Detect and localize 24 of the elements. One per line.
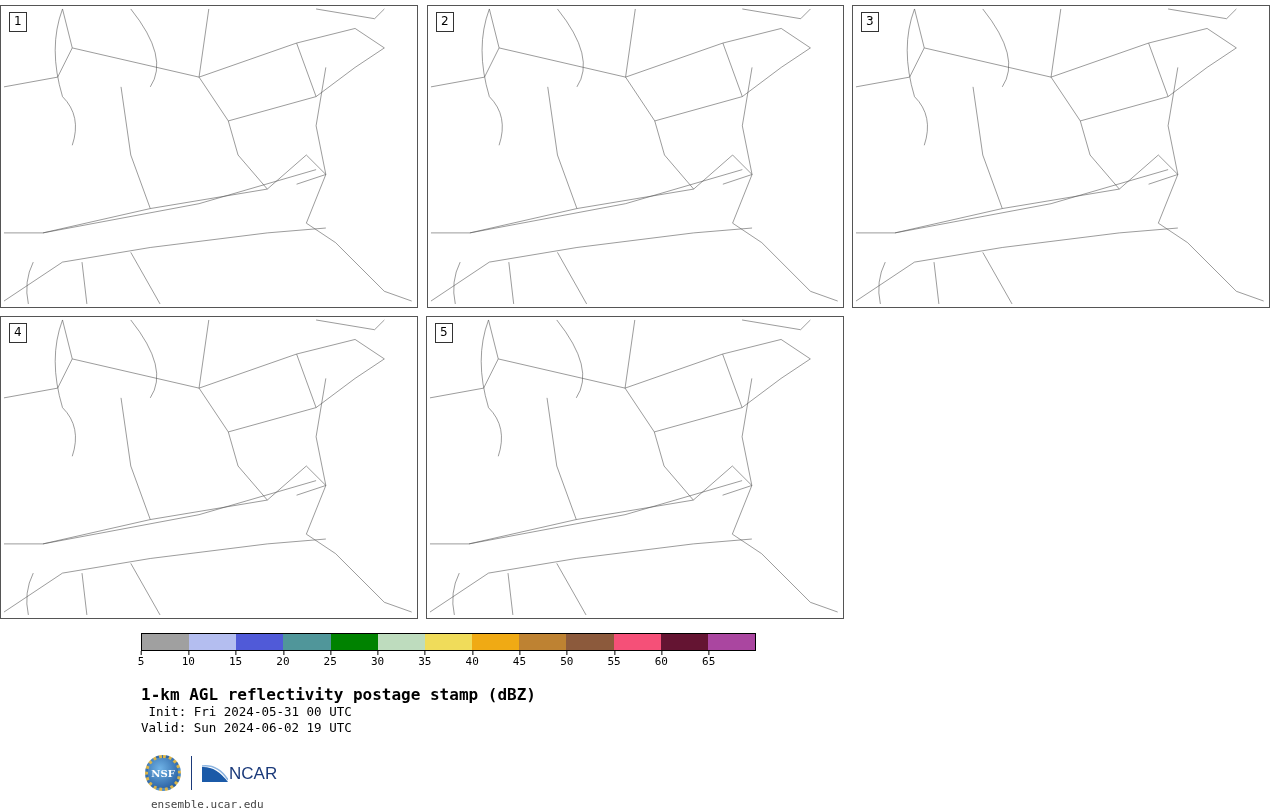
panel-number: 3: [861, 12, 879, 32]
tick-label: 45: [512, 651, 527, 667]
tick-label: 20: [276, 651, 290, 667]
tick-label: 10: [181, 651, 195, 667]
panel-number: 2: [436, 12, 454, 32]
site-url: ensemble.ucar.edu: [151, 797, 265, 809]
tick-label: 15: [229, 651, 243, 667]
tick-label: 60: [654, 651, 668, 667]
tick-label: 50: [560, 651, 574, 667]
init-time: Init: Fri 2024-05-31 00 UTC: [147, 704, 353, 720]
tick-label: 40: [465, 651, 479, 667]
panel-number: 1: [9, 12, 27, 32]
tick-label: 55: [607, 651, 621, 667]
chart-title: 1-km AGL reflectivity postage stamp (dBZ): [141, 685, 537, 705]
tick-label: 65: [702, 651, 716, 667]
ncar-logo: NCAR: [202, 764, 278, 783]
tick-label: 25: [323, 651, 337, 667]
panel-number: 4: [9, 323, 27, 343]
tick-label: 5: [137, 651, 145, 667]
panel-number: 5: [435, 323, 453, 343]
valid-time: Valid: Sun 2024-06-02 19 UTC: [141, 719, 353, 736]
tick-label: 35: [418, 651, 432, 667]
nsf-logo: NSF: [145, 755, 181, 792]
tick-label: 30: [370, 651, 385, 667]
